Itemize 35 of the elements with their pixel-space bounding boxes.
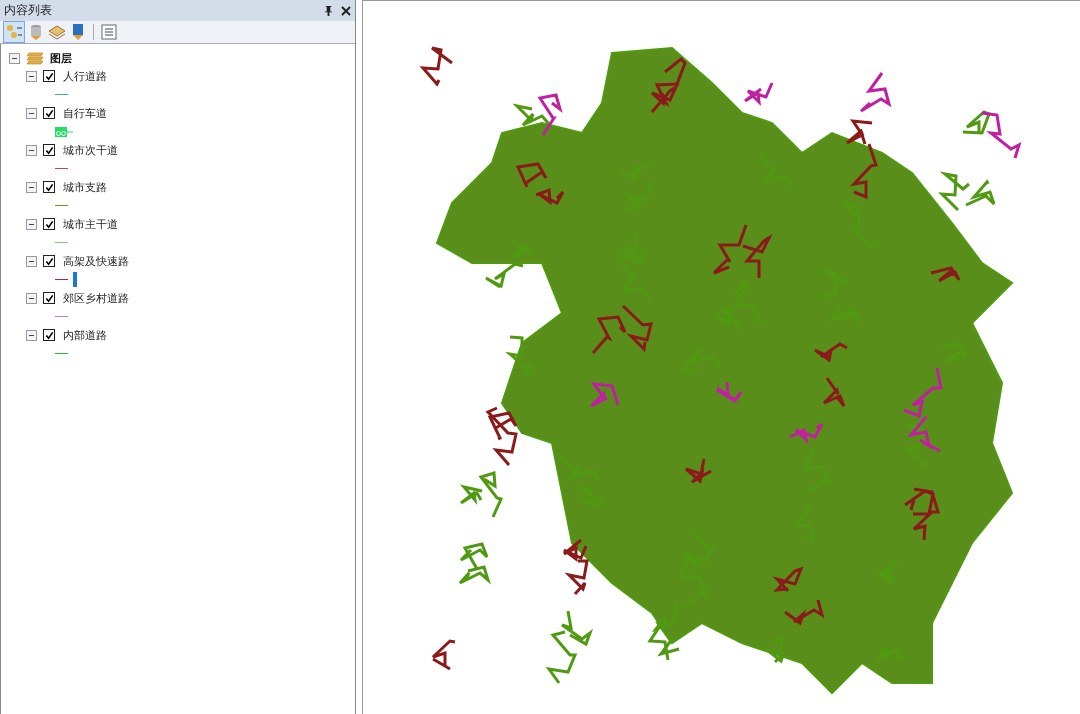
layer-label[interactable]: 自行车道 [63, 105, 107, 121]
layer-checkbox[interactable] [43, 292, 55, 304]
layer-label[interactable]: 城市主干道 [63, 216, 118, 232]
layer-checkbox[interactable] [43, 218, 55, 230]
source-icon[interactable] [70, 23, 86, 41]
layer-label[interactable]: 郊区乡村道路 [63, 290, 129, 306]
layers-icon[interactable] [48, 24, 66, 40]
layer-checkbox[interactable] [43, 107, 55, 119]
marker-bar [73, 272, 77, 287]
layer-label[interactable]: 城市次干道 [63, 142, 118, 158]
list-by-drawing-order-icon[interactable] [4, 22, 24, 42]
collapse-toggle[interactable] [26, 144, 37, 156]
layer-label[interactable]: 高架及快速路 [63, 253, 129, 269]
layer-checkbox[interactable] [43, 144, 55, 156]
panel-title: 内容列表 [4, 2, 53, 19]
pin-icon[interactable] [324, 5, 333, 16]
layer-checkbox[interactable] [43, 329, 55, 341]
collapse-toggle[interactable] [9, 52, 20, 64]
collapse-toggle[interactable] [26, 107, 37, 119]
collapse-toggle[interactable] [26, 70, 37, 82]
collapse-toggle[interactable] [26, 329, 37, 341]
layer-label[interactable]: 人行道路 [63, 68, 107, 84]
collapse-toggle[interactable] [26, 292, 37, 304]
collapse-toggle[interactable] [26, 181, 37, 193]
collapse-toggle[interactable] [26, 255, 37, 267]
layers-icon [26, 51, 44, 65]
close-icon[interactable] [341, 5, 351, 16]
layer-checkbox[interactable] [43, 255, 55, 267]
layer-label[interactable]: 内部道路 [63, 327, 107, 343]
options-list-icon[interactable] [101, 24, 117, 40]
layer-group-label[interactable]: 图层 [50, 50, 72, 66]
layer-label[interactable]: 城市支路 [63, 179, 107, 195]
layer-checkbox[interactable] [43, 70, 55, 82]
layer-checkbox[interactable] [43, 181, 55, 193]
collapse-toggle[interactable] [26, 218, 37, 230]
